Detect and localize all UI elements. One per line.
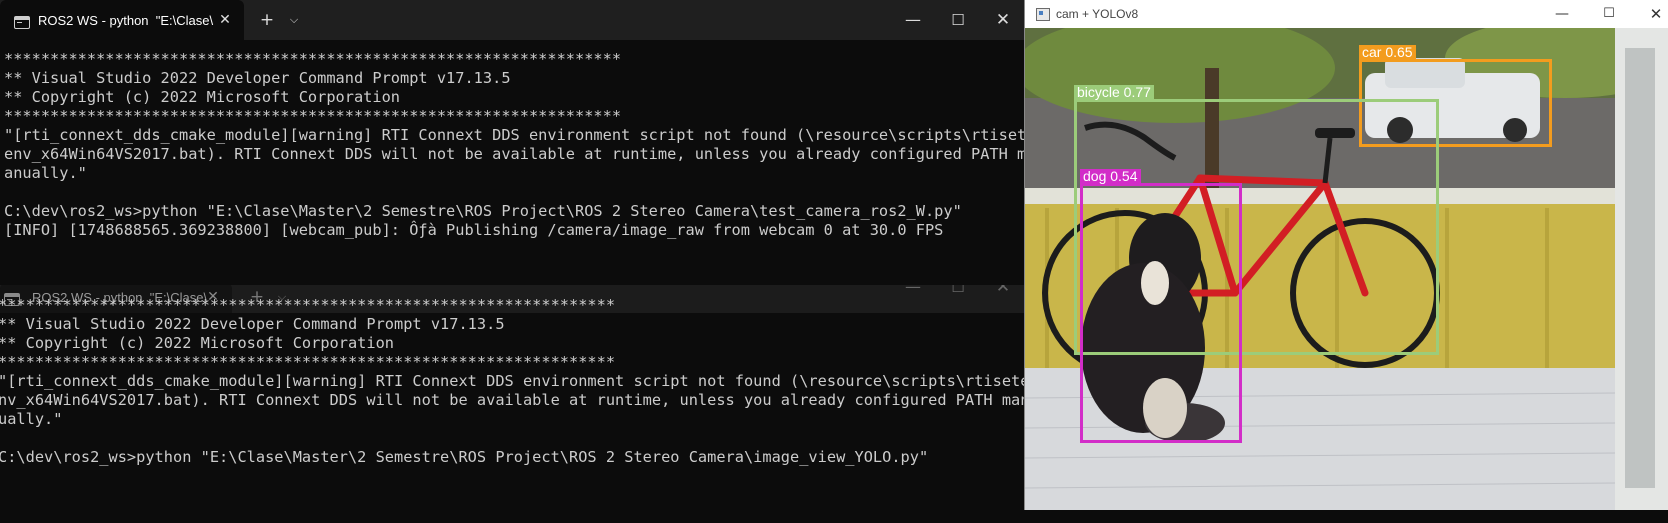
image-viewer-window[interactable]: cam + YOLOv8 — ☐ ✕ car 0.65 bicycle 0.77… [1024, 0, 1668, 510]
terminal-tab[interactable]: ROS2 WS - python "E:\Clase\ ✕ [0, 0, 244, 40]
minimize-button[interactable]: — [1551, 4, 1573, 24]
close-window-button[interactable]: ✕ [992, 283, 1014, 297]
viewer-title: cam + YOLOv8 [1056, 7, 1139, 21]
maximize-button[interactable]: ☐ [947, 10, 969, 30]
close-window-button[interactable]: ✕ [1645, 4, 1667, 24]
detection-label-car: car 0.65 [1359, 45, 1416, 59]
terminal-titlebar[interactable]: ROS2 WS - python "E:\Clase\ ✕ + ⌵ — ☐ ✕ [0, 0, 1024, 40]
detection-box-dog [1080, 183, 1242, 443]
tab-dropdown-button[interactable]: ⌵ [284, 10, 304, 30]
detection-label-dog: dog 0.54 [1080, 169, 1141, 183]
maximize-button[interactable]: ☐ [947, 283, 969, 297]
minimize-button[interactable]: — [902, 10, 924, 30]
maximize-button[interactable]: ☐ [1598, 4, 1620, 24]
close-tab-icon[interactable]: ✕ [216, 11, 234, 29]
camera-frame: car 0.65 bicycle 0.77 dog 0.54 [1025, 28, 1668, 510]
console-output[interactable]: ****************************************… [4, 50, 1024, 240]
minimize-button[interactable]: — [902, 283, 924, 297]
tab-title: ROS2 WS - python "E:\Clase\ [38, 13, 214, 28]
app-window-icon [1036, 8, 1050, 21]
terminal-icon [14, 16, 30, 29]
new-tab-button[interactable]: + [256, 10, 278, 30]
console-output-bottom[interactable]: ****************************************… [0, 296, 1029, 467]
viewer-titlebar[interactable]: cam + YOLOv8 — ☐ ✕ [1025, 0, 1668, 29]
terminal-window-top[interactable]: ROS2 WS - python "E:\Clase\ ✕ + ⌵ — ☐ ✕ … [0, 0, 1024, 285]
close-window-button[interactable]: ✕ [992, 10, 1014, 30]
detection-label-bicycle: bicycle 0.77 [1074, 85, 1154, 99]
